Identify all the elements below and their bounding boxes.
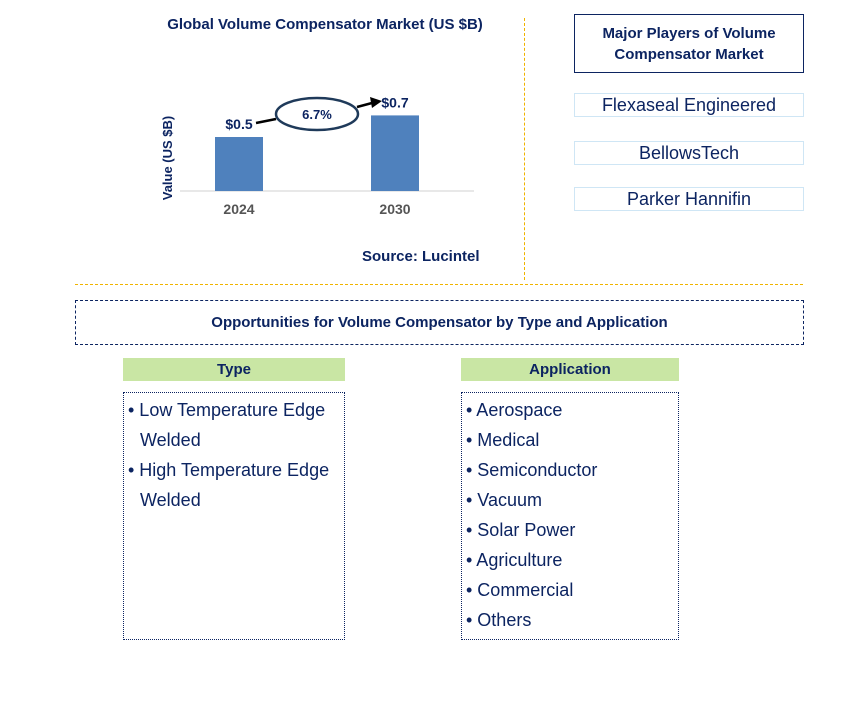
source-label: Source: Lucintel: [362, 248, 480, 265]
divider: [524, 18, 525, 280]
y-axis-label: Value (US $B): [160, 116, 175, 201]
list-item: • Commercial: [466, 580, 574, 600]
bar-chart: Value (US $B) $0.5 2024 $0.7 2030 6.7%: [160, 94, 474, 217]
list-item: • Low Temperature Edge Welded: [128, 400, 326, 450]
list-item: • Vacuum: [466, 490, 542, 510]
bar-2024: [215, 137, 263, 191]
list-item: • Semiconductor: [466, 460, 598, 480]
cagr-arrow: [356, 101, 373, 109]
list-item: • High Temperature Edge Welded: [128, 460, 330, 510]
arrow-head: [370, 97, 382, 108]
data-label: $0.7: [381, 94, 408, 110]
player-item: Parker Hannifin: [574, 187, 804, 211]
list-item: • Aerospace: [466, 400, 563, 420]
x-tick-label: 2024: [223, 201, 254, 217]
player-item: BellowsTech: [574, 141, 804, 165]
list-item: • Agriculture: [466, 550, 563, 570]
opportunities-heading: Opportunities for Volume Compensator by …: [75, 300, 804, 345]
type-heading: Type: [123, 358, 345, 381]
data-label: $0.5: [225, 116, 252, 132]
player-item: Flexaseal Engineered: [574, 93, 804, 117]
players-heading: Major Players of Volume Compensator Mark…: [574, 14, 804, 73]
application-list: • Aerospace • Medical • Semiconductor • …: [461, 392, 679, 640]
list-item: • Medical: [466, 430, 540, 450]
cagr-label: 6.7%: [302, 107, 332, 122]
application-heading: Application: [461, 358, 679, 381]
bar-2030: [371, 115, 419, 191]
type-list: • Low Temperature Edge Welded • High Tem…: [123, 392, 345, 640]
cagr-arrow: [255, 117, 277, 125]
x-tick-label: 2030: [379, 201, 410, 217]
list-item: • Solar Power: [466, 520, 576, 540]
divider: [75, 284, 803, 285]
list-item: • Others: [466, 610, 532, 630]
